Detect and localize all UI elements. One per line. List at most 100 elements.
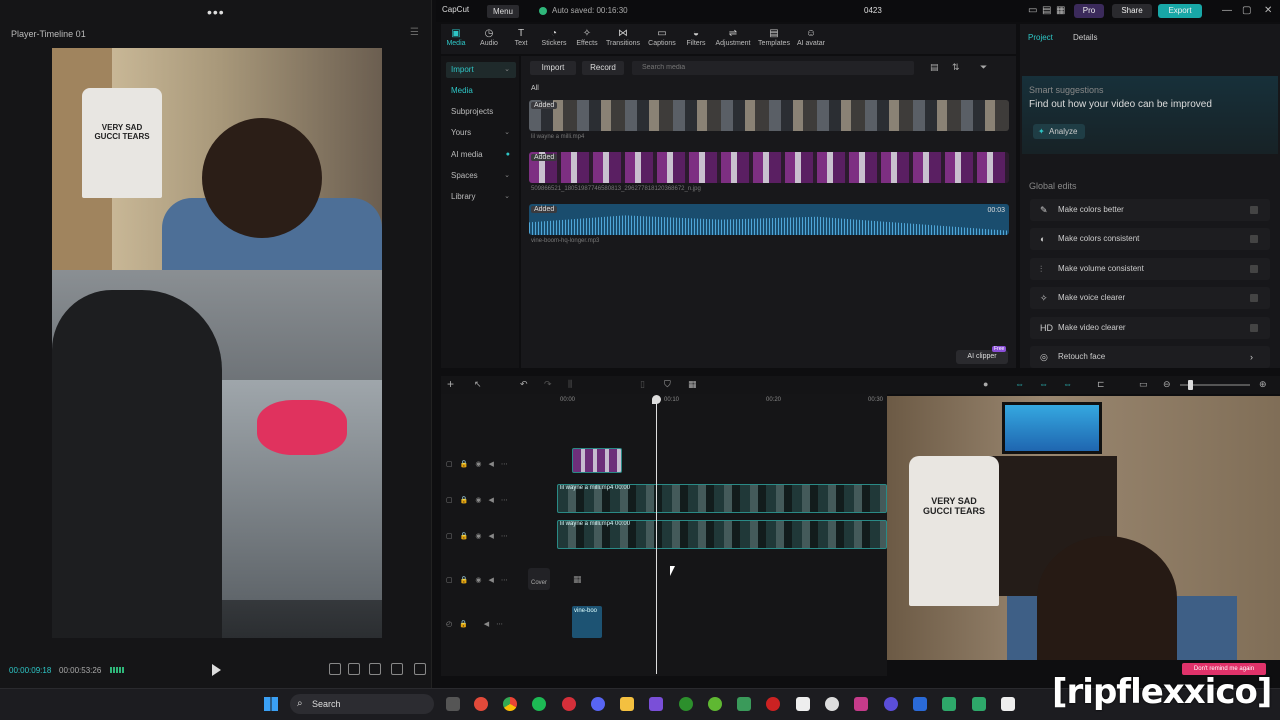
pro-button[interactable]: Pro: [1074, 4, 1104, 18]
app-icon[interactable]: [766, 697, 780, 711]
nav-item-spaces[interactable]: Spaces ⌄: [446, 168, 516, 184]
xbox-icon[interactable]: [679, 697, 693, 711]
shortcuts-icon[interactable]: ▦: [1056, 5, 1065, 16]
select-tool-icon[interactable]: ↖: [474, 379, 482, 390]
crop-icon[interactable]: [329, 663, 341, 675]
tool-adjustment[interactable]: ⇌ Adjustment: [715, 28, 751, 47]
link-icon[interactable]: ⇔: [1015, 379, 1024, 389]
global-edit-retouch-face[interactable]: ◎ Retouch face ›: [1030, 346, 1270, 368]
search-media-input[interactable]: [632, 61, 914, 75]
nav-item-media[interactable]: Media: [446, 83, 516, 99]
filter-icon[interactable]: ⏷: [980, 62, 987, 73]
global-edit-make-voice-clearer[interactable]: ✧ Make voice clearer: [1030, 287, 1270, 310]
shield-icon[interactable]: ⛉: [664, 379, 671, 390]
taskbar-search[interactable]: ⌕ Search: [290, 694, 434, 714]
app-icon[interactable]: [913, 697, 927, 711]
tool-stickers[interactable]: ◔ Stickers: [536, 28, 572, 47]
all-filter[interactable]: All: [531, 85, 539, 92]
spotify-icon[interactable]: [532, 697, 546, 711]
playhead-handle[interactable]: [652, 395, 661, 404]
track-controls[interactable]: ▢🔒◉◀⋯: [446, 460, 515, 468]
sort-icon[interactable]: ⇅: [952, 62, 960, 73]
tool-ai-avatar[interactable]: ☺ AI avatar: [793, 28, 829, 47]
media-clip-audio[interactable]: Added 00:03: [529, 204, 1009, 235]
fullscreen-icon[interactable]: [414, 663, 426, 675]
media-clip-video[interactable]: Added: [529, 100, 1009, 131]
snap-icon[interactable]: ⇔: [1063, 379, 1072, 389]
global-edit-make-colors-consistent[interactable]: ◐ Make colors consistent: [1030, 228, 1270, 251]
app-icon[interactable]: [972, 697, 986, 711]
app-icon[interactable]: [854, 697, 868, 711]
nav-item-yours[interactable]: Yours ⌄: [446, 125, 516, 141]
layout-icon[interactable]: ▭: [1028, 5, 1037, 16]
nav-item-ai-media[interactable]: AI media ●: [446, 147, 516, 163]
toggle-checkbox[interactable]: [1250, 235, 1258, 244]
nav-item-import[interactable]: Import ⌄: [446, 62, 516, 78]
hamburger-icon[interactable]: ☰: [410, 27, 419, 38]
quality-icon[interactable]: [391, 663, 403, 675]
tool-media[interactable]: ▣ Media: [438, 28, 474, 47]
chatgpt-icon[interactable]: [825, 697, 839, 711]
chrome-icon[interactable]: [503, 697, 517, 711]
media-clip-image[interactable]: Added: [529, 152, 1009, 183]
capcut-icon[interactable]: [796, 697, 810, 711]
split-icon[interactable]: ⫼: [568, 379, 572, 390]
share-button[interactable]: Share: [1112, 4, 1152, 18]
play-icon[interactable]: [212, 664, 222, 676]
toggle-checkbox[interactable]: [1250, 294, 1258, 303]
playhead[interactable]: [656, 398, 657, 674]
analyze-button[interactable]: ✦ Analyze: [1033, 124, 1085, 139]
redo-icon[interactable]: ↷: [544, 379, 552, 390]
menu-button[interactable]: Menu: [487, 5, 519, 18]
zoom-in-icon[interactable]: ⊕: [1259, 379, 1267, 390]
timeline-video-clip[interactable]: lil wayne a milli.mp4 00:00: [557, 484, 887, 513]
undo-icon[interactable]: ↶: [520, 379, 528, 390]
minimize-icon[interactable]: —: [1222, 5, 1232, 16]
tool-filters[interactable]: ◒ Filters: [678, 28, 714, 47]
zoom-slider-handle[interactable]: [1188, 380, 1193, 390]
magnet-icon[interactable]: ⇔: [1039, 379, 1048, 389]
ai-clipper-button[interactable]: AI clipper: [956, 350, 1008, 364]
zoom-fit-icon[interactable]: [369, 663, 381, 675]
tool-templates[interactable]: ▤ Templates: [756, 28, 792, 47]
toggle-checkbox[interactable]: [1250, 264, 1258, 273]
capcut-active-icon[interactable]: [1001, 697, 1015, 711]
app-icon[interactable]: [737, 697, 751, 711]
tool-effects[interactable]: ✧ Effects: [569, 28, 605, 47]
close-icon[interactable]: ✕: [1264, 5, 1272, 16]
app-icon[interactable]: [474, 697, 488, 711]
global-edit-make-video-clearer[interactable]: HD Make video clearer: [1030, 316, 1270, 339]
export-button[interactable]: Export: [1158, 4, 1202, 18]
auto-reframe-icon[interactable]: ▦: [688, 379, 697, 390]
track-controls[interactable]: ◴🔒 ◀⋯: [446, 620, 510, 628]
timeline-audio-clip[interactable]: vine-boo: [572, 606, 602, 638]
opera-icon[interactable]: [562, 697, 576, 711]
project-title[interactable]: 0423: [864, 6, 882, 15]
track-controls[interactable]: ▢🔒◉◀⋯: [446, 496, 515, 504]
toggle-checkbox[interactable]: [1250, 206, 1258, 214]
timeline-video-clip[interactable]: lil wayne a milli.mp4 00:00: [557, 520, 887, 549]
folder-icon[interactable]: [620, 697, 634, 711]
tab-details[interactable]: Details: [1073, 33, 1097, 42]
cover-button[interactable]: Cover: [528, 568, 550, 590]
timeline-image-clip[interactable]: [572, 448, 622, 473]
preview-axis-icon[interactable]: ⊏: [1097, 379, 1105, 390]
global-edit-make-volume-consistent[interactable]: ⫶ Make volume consistent: [1030, 257, 1270, 280]
panel-icon[interactable]: ▤: [1042, 5, 1051, 16]
nav-item-subprojects[interactable]: Subprojects: [446, 104, 516, 120]
app-icon[interactable]: [649, 697, 663, 711]
add-track-icon[interactable]: +: [447, 377, 454, 391]
nav-item-library[interactable]: Library ⌄: [446, 189, 516, 205]
windows-start-icon[interactable]: [264, 697, 278, 711]
track-controls[interactable]: ▢🔒◉◀⋯: [446, 532, 515, 540]
toggle-checkbox[interactable]: [1250, 323, 1258, 332]
tool-audio[interactable]: ◷ Audio: [471, 28, 507, 47]
mic-icon[interactable]: ●: [983, 379, 988, 389]
track-controls[interactable]: ▢🔒◉◀⋯: [446, 576, 515, 584]
caption-icon[interactable]: ▭: [1139, 379, 1148, 390]
discord-icon[interactable]: [591, 697, 605, 711]
tab-project[interactable]: Project: [1028, 33, 1053, 42]
zoom-out-icon[interactable]: ⊖: [1163, 379, 1171, 390]
tool-captions[interactable]: ▭ Captions: [644, 28, 680, 47]
import-button[interactable]: Import: [530, 61, 576, 75]
